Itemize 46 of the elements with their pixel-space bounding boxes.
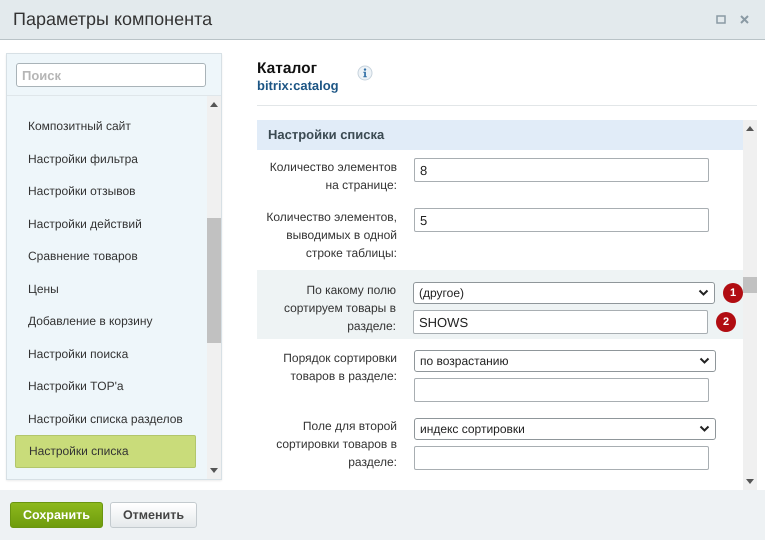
sidebar-item[interactable]: Сравнение товаров <box>15 240 196 272</box>
scroll-down-icon[interactable] <box>746 479 754 484</box>
dropdown[interactable]: индекс сортировки <box>414 418 716 440</box>
sidebar-item[interactable]: Настройки поиска <box>15 338 196 370</box>
chevron-icon <box>698 289 709 297</box>
maximize-icon[interactable] <box>716 15 726 24</box>
sidebar-item[interactable]: Композитный сайт <box>15 110 196 142</box>
scroll-up-icon[interactable] <box>210 102 218 107</box>
field-label: По какому полю сортируем товары в разделе: <box>282 282 396 335</box>
field-label: Количество элементов на странице: <box>268 159 397 194</box>
input-field[interactable]: 5 <box>414 208 709 232</box>
scroll-up-icon[interactable] <box>746 126 754 131</box>
scrollbar[interactable] <box>743 120 757 490</box>
sidebar-item[interactable]: Настройки действий <box>15 208 196 240</box>
info-icon[interactable] <box>356 65 373 81</box>
component-code: bitrix:catalog <box>257 78 339 93</box>
input-field[interactable] <box>414 446 709 470</box>
input-field[interactable]: 8 <box>414 158 709 182</box>
section-header: Настройки списка <box>257 120 743 150</box>
scrollbar-thumb[interactable] <box>207 218 221 342</box>
scroll-down-icon[interactable] <box>210 468 218 473</box>
field-label: Поле для второй сортировки товаров в разделе: <box>275 418 397 471</box>
number-badge: 1 <box>723 283 743 303</box>
dropdown[interactable]: (другое) <box>413 282 715 304</box>
cancel-button[interactable]: Отменить <box>110 502 198 528</box>
field-label: Порядок сортировки товаров в разделе: <box>282 350 397 385</box>
input-field[interactable]: SHOWS <box>413 310 708 334</box>
sidebar-item[interactable]: Настройки фильтра <box>15 142 196 175</box>
sidebar-item[interactable]: Настройки TOP'a <box>15 370 196 402</box>
close-icon[interactable] <box>740 15 749 24</box>
input-field[interactable] <box>414 378 709 402</box>
sidebar-item[interactable]: Настройки списка <box>15 435 196 468</box>
number-badge: 2 <box>716 312 736 332</box>
scrollbar[interactable] <box>207 96 221 479</box>
sidebar-item[interactable]: Добавление в корзину <box>15 305 196 338</box>
window-title: Параметры компонента <box>13 9 212 30</box>
field-label: Количество элементов, выводимых в одной строке таблицы: <box>265 209 397 262</box>
chevron-icon <box>699 425 710 433</box>
scrollbar-thumb[interactable] <box>743 277 757 293</box>
search-field[interactable]: Поиск <box>16 63 206 87</box>
dropdown[interactable]: по возрастанию <box>414 350 716 372</box>
component-title: Каталог <box>257 60 318 78</box>
sidebar-item[interactable]: Цены <box>15 272 196 305</box>
sidebar-item[interactable]: Настройки списка разделов <box>15 402 196 435</box>
chevron-icon <box>699 357 710 365</box>
sidebar-item[interactable]: Настройки отзывов <box>15 175 196 208</box>
